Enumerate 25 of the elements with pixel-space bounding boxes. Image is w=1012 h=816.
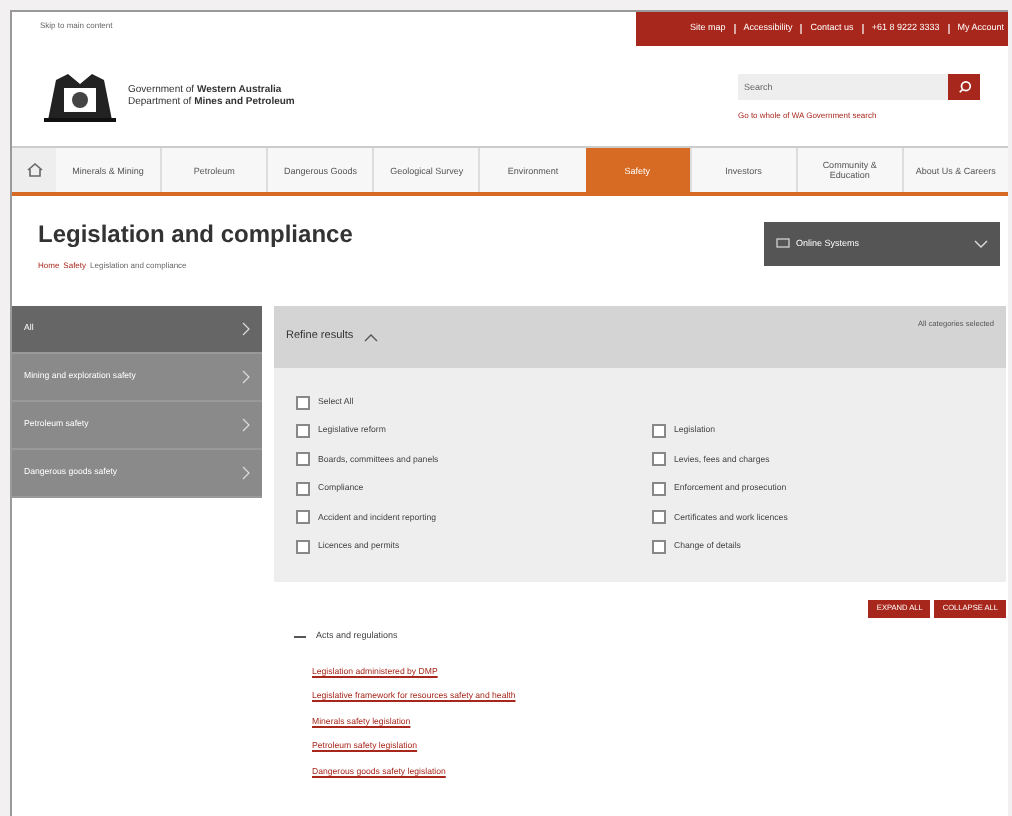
search-button[interactable] — [948, 74, 980, 100]
page-title: Legislation and compliance — [38, 218, 353, 252]
checkbox[interactable] — [296, 395, 310, 410]
checkbox[interactable] — [652, 452, 666, 467]
minus-icon — [294, 635, 306, 638]
checkbox[interactable] — [296, 510, 310, 525]
checkbox[interactable] — [296, 481, 310, 496]
chevron-right-icon — [242, 418, 250, 432]
chevron-right-icon — [242, 370, 250, 384]
home-icon — [25, 162, 43, 178]
checkbox[interactable] — [296, 539, 310, 554]
home-button[interactable] — [12, 148, 56, 192]
checkbox[interactable] — [652, 510, 666, 525]
crest-icon — [40, 68, 120, 124]
monitor-icon — [776, 238, 790, 250]
chevron-down-icon — [974, 240, 988, 248]
chevron-up-icon — [363, 333, 378, 341]
checkbox[interactable] — [652, 481, 666, 496]
chevron-right-icon — [242, 466, 250, 480]
checkbox[interactable] — [652, 539, 666, 554]
chevron-right-icon — [242, 322, 250, 336]
checkbox[interactable] — [296, 452, 310, 467]
checkbox[interactable] — [296, 423, 310, 438]
search-icon — [957, 80, 971, 94]
checkbox[interactable] — [652, 423, 666, 438]
